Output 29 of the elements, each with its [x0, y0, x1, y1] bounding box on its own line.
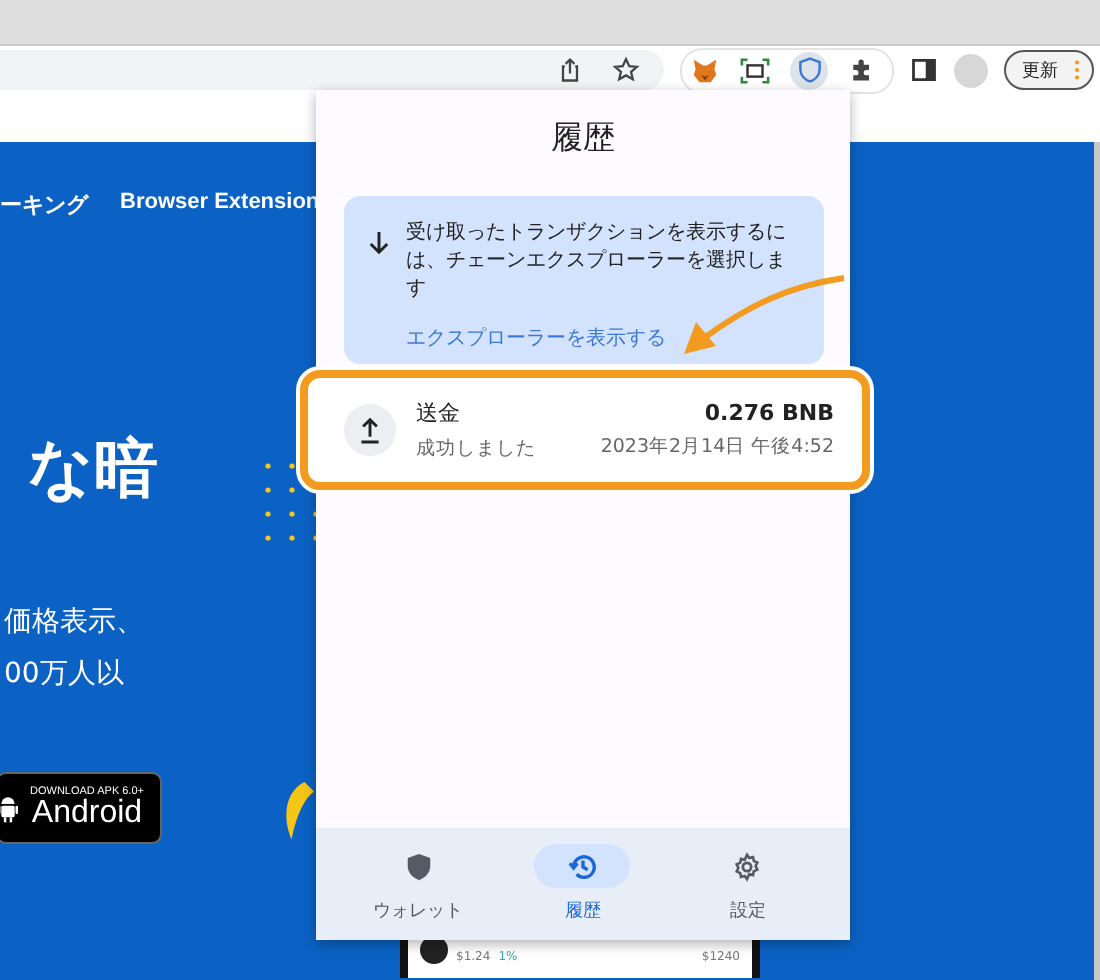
- sidebar-icon[interactable]: [910, 56, 938, 84]
- history-icon: [567, 851, 598, 881]
- kebab-icon: [1074, 58, 1080, 82]
- fox-icon[interactable]: [690, 55, 720, 85]
- transaction-amount: 0.276 BNB: [704, 400, 834, 426]
- hero-text-line: 価格表示、: [4, 604, 144, 640]
- share-icon[interactable]: [556, 56, 584, 84]
- hero-headline: な暗: [28, 428, 158, 508]
- nav-link[interactable]: Browser Extension: [120, 190, 320, 220]
- dot-pattern-drawing: [264, 462, 316, 542]
- transaction-type: 送金: [416, 398, 462, 428]
- nav-tab[interactable]: 設定: [699, 844, 796, 924]
- shield-icon: [403, 851, 434, 881]
- shield-extension-button[interactable]: [790, 51, 828, 89]
- settings-icon: [732, 851, 763, 881]
- notice-text: 受け取ったトランザクションを表示するには、チェーンエクスプローラーを選択します: [406, 220, 788, 304]
- popup-title: 履歴: [551, 118, 615, 160]
- star-icon[interactable]: [612, 56, 640, 84]
- transaction-status: 成功しました: [416, 436, 536, 462]
- nav-link[interactable]: ーキング: [0, 190, 88, 220]
- transaction-date: 2023年2月14日 午後4:52: [600, 434, 834, 460]
- update-button[interactable]: 更新: [1004, 50, 1094, 90]
- nav-tab[interactable]: ウォレット: [370, 844, 467, 924]
- arrow-down-icon: [368, 230, 390, 256]
- hero-text-line: 00万人以: [4, 656, 124, 692]
- show-explorer-link[interactable]: エクスプローラーを表示する: [406, 324, 666, 352]
- screenshot-icon[interactable]: [740, 55, 770, 85]
- android-icon: [0, 791, 18, 825]
- transaction-row[interactable]: 送金 成功しました 0.276 BNB 2023年2月14日 午後4:52: [300, 370, 870, 490]
